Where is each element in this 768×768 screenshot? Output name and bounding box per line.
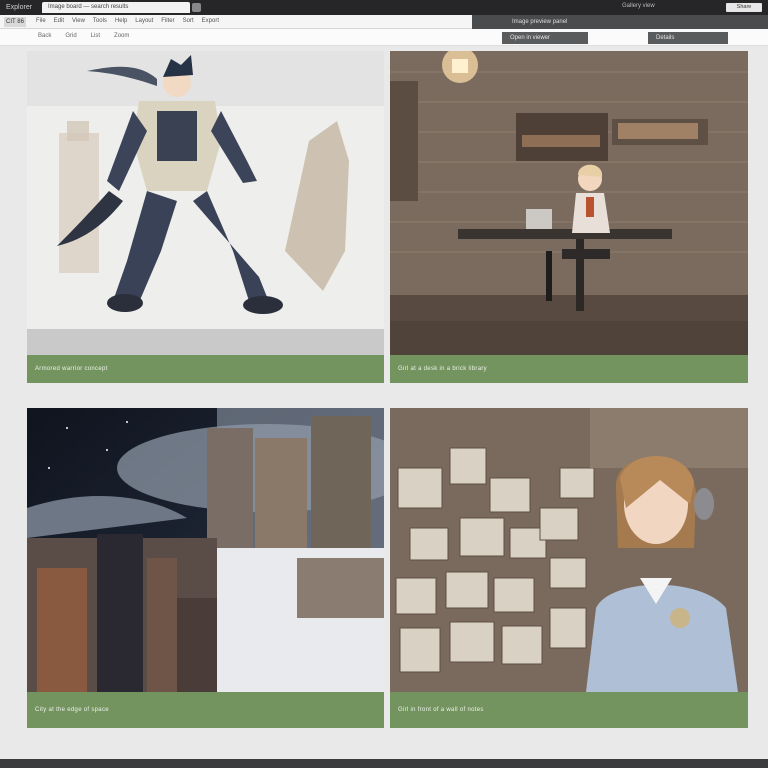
- menu-item[interactable]: Export: [202, 18, 219, 24]
- tool-item[interactable]: Zoom: [114, 33, 129, 39]
- menu-item[interactable]: Tools: [93, 18, 107, 24]
- open-viewer-button[interactable]: Open in viewer: [502, 32, 588, 44]
- menu-items: File Edit View Tools Help Layout Filter …: [36, 18, 219, 24]
- share-button[interactable]: Share: [726, 3, 762, 12]
- caption-bar: Armored warrior concept: [27, 355, 384, 383]
- menu-item[interactable]: Edit: [54, 18, 64, 24]
- reading-room-artwork: [390, 51, 748, 355]
- tool-item[interactable]: Back: [38, 33, 51, 39]
- menu-bar: CIT 86 File Edit View Tools Help Layout …: [0, 15, 768, 29]
- tab-active[interactable]: Image board — search results: [42, 2, 190, 13]
- right-info: Gallery view: [622, 3, 655, 9]
- new-tab-icon[interactable]: [192, 3, 201, 12]
- skyline-artwork: [27, 408, 384, 692]
- image-card-skyline[interactable]: City at the edge of space: [27, 408, 384, 728]
- app-label: Explorer: [6, 4, 33, 11]
- menu-item[interactable]: File: [36, 18, 46, 24]
- home-button[interactable]: CIT 86: [4, 17, 26, 27]
- caption-text: Armored warrior concept: [35, 366, 108, 372]
- toolbar: Back Grid List Zoom Open in viewer Detai…: [0, 29, 768, 46]
- menu-item[interactable]: Help: [115, 18, 127, 24]
- title-bar: Explorer Image board — search results Ga…: [0, 0, 768, 15]
- warrior-artwork: [27, 51, 384, 355]
- preview-pane-header: Image preview panel: [472, 15, 768, 29]
- status-bar: [0, 759, 768, 768]
- image-card-archive-wall[interactable]: Girl in front of a wall of notes: [390, 408, 748, 728]
- menu-item[interactable]: Layout: [135, 18, 153, 24]
- details-button[interactable]: Details: [648, 32, 728, 44]
- menu-item[interactable]: Sort: [183, 18, 194, 24]
- tool-item[interactable]: Grid: [65, 33, 76, 39]
- caption-bar: Girl at a desk in a brick library: [390, 355, 748, 383]
- caption-text: Girl at a desk in a brick library: [398, 366, 487, 372]
- tool-items: Back Grid List Zoom: [38, 33, 129, 39]
- image-card-warrior[interactable]: Armored warrior concept: [27, 51, 384, 383]
- image-card-reading-room[interactable]: Girl at a desk in a brick library: [390, 51, 748, 383]
- caption-bar: Girl in front of a wall of notes: [390, 692, 748, 728]
- menu-item[interactable]: View: [72, 18, 85, 24]
- caption-bar: City at the edge of space: [27, 692, 384, 728]
- caption-text: City at the edge of space: [35, 707, 109, 713]
- archive-wall-artwork: [390, 408, 748, 692]
- menu-item[interactable]: Filter: [161, 18, 174, 24]
- tool-item[interactable]: List: [91, 33, 100, 39]
- caption-text: Girl in front of a wall of notes: [398, 707, 484, 713]
